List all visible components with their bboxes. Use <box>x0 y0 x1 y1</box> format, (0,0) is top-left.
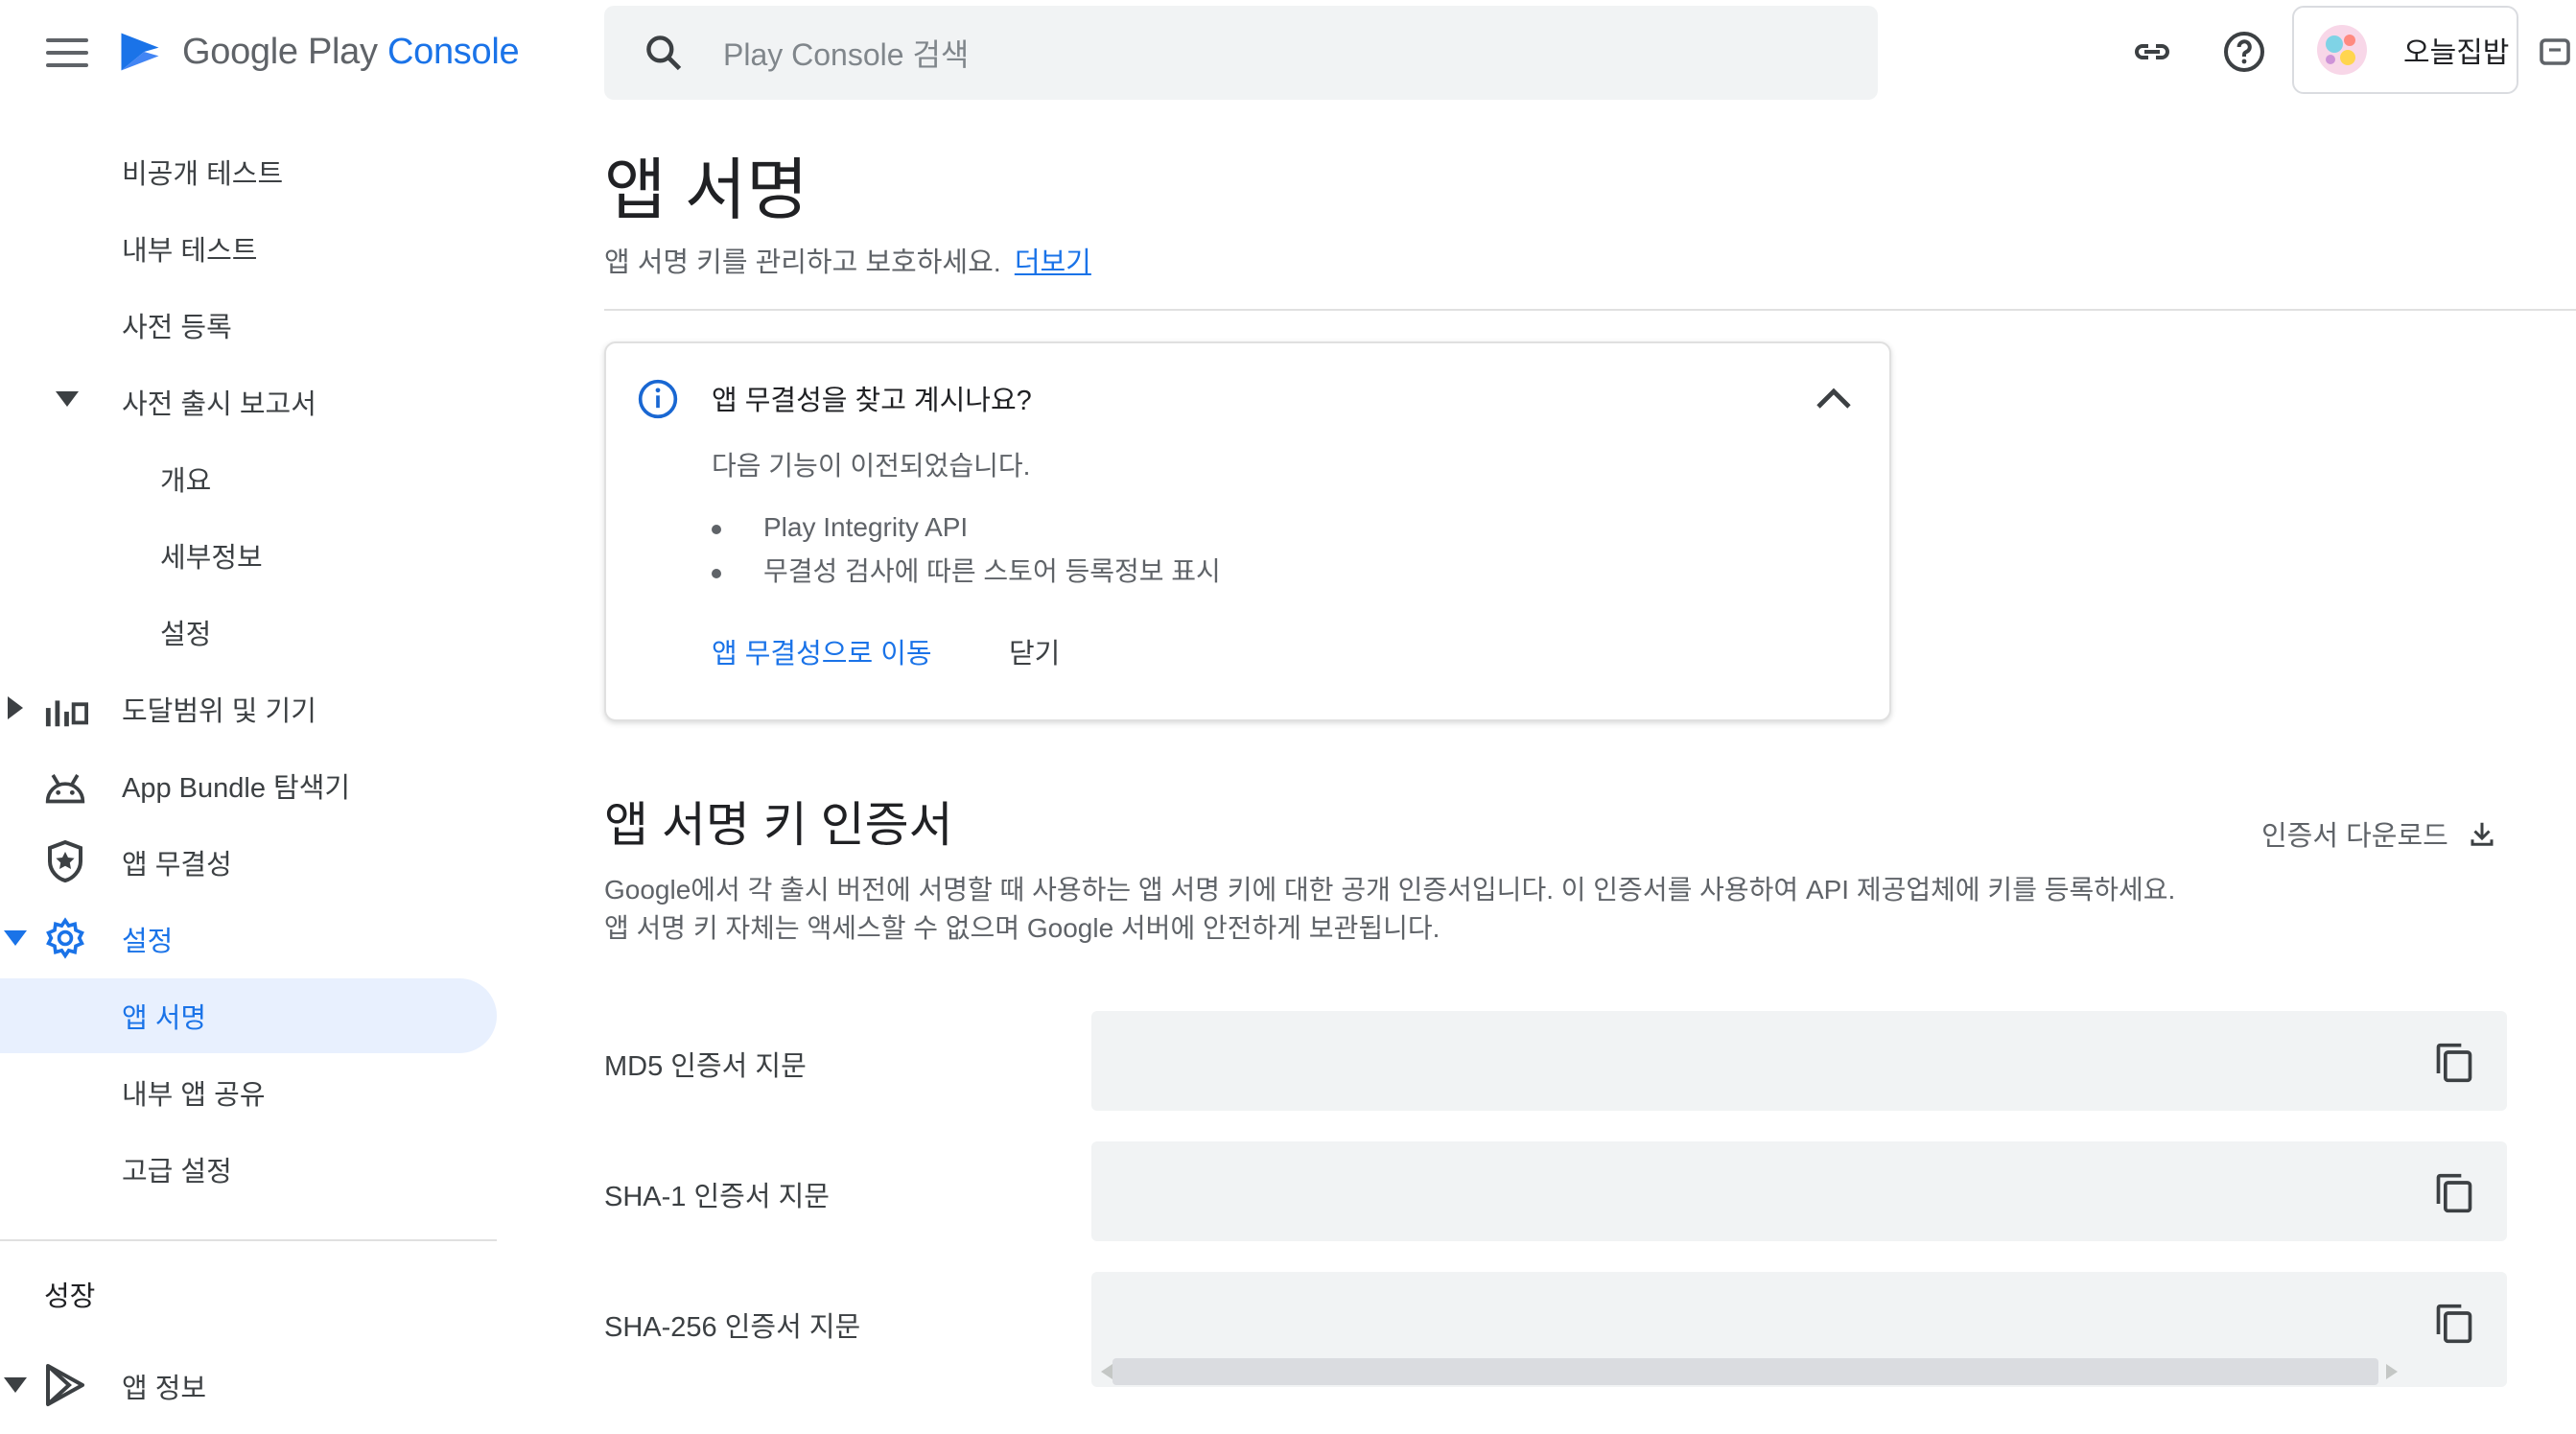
info-icon <box>638 379 678 419</box>
sidebar-item-app-signing-active[interactable] <box>0 978 497 1053</box>
sidebar-item-advanced-settings[interactable]: 고급 설정 <box>122 1149 232 1189</box>
help-icon[interactable] <box>2221 29 2267 75</box>
sidebar-item-reach-devices[interactable]: 도달범위 및 기기 <box>122 689 316 729</box>
sidebar-item-closed-testing[interactable]: 비공개 테스트 <box>122 152 283 192</box>
sidebar-item-app-info[interactable]: 앱 정보 <box>122 1366 206 1406</box>
scroll-right-icon[interactable] <box>2386 1364 2398 1379</box>
sidebar-item-internal-testing[interactable]: 내부 테스트 <box>122 228 257 269</box>
section-title: 앱 서명 키 인증서 <box>604 798 953 852</box>
search-input[interactable]: Play Console 검색 <box>723 31 969 75</box>
play-console-logo-icon <box>121 33 159 71</box>
search-icon <box>646 35 682 71</box>
page-title: 앱 서명 <box>604 153 808 227</box>
list-item: Play Integrity API <box>712 512 1221 543</box>
android-icon <box>45 774 85 804</box>
header-divider <box>604 309 2576 311</box>
shield-icon <box>48 840 82 882</box>
sidebar-item-internal-app-sharing[interactable]: 내부 앱 공유 <box>122 1072 266 1113</box>
caret-down-icon[interactable] <box>4 1377 27 1393</box>
app-avatar <box>2307 15 2377 84</box>
sidebar-item-overview[interactable]: 개요 <box>160 458 211 499</box>
card-bullet-list: Play Integrity API 무결성 검사에 따른 스토어 등록정보 표… <box>712 512 1221 597</box>
close-button[interactable]: 닫기 <box>1009 631 1060 671</box>
section-description: Google에서 각 출시 버전에 서명할 때 사용하는 앱 서명 키에 대한 … <box>604 871 2175 948</box>
md5-label: MD5 인증서 지문 <box>604 1051 807 1082</box>
copy-icon[interactable] <box>2434 1303 2474 1345</box>
search-bar[interactable]: Play Console 검색 <box>604 6 1878 100</box>
chevron-up-icon[interactable] <box>1815 384 1853 411</box>
download-label: 인증서 다운로드 <box>2261 821 2448 852</box>
copy-icon[interactable] <box>2434 1042 2474 1084</box>
card-body: 다음 기능이 이전되었습니다. <box>712 451 1031 481</box>
google-play-console-logo[interactable]: Google Play Console <box>115 27 520 77</box>
account-name: 오늘집밥 <box>2403 37 2510 69</box>
caret-right-icon[interactable] <box>8 696 23 719</box>
copy-icon[interactable] <box>2434 1172 2474 1214</box>
sidebar-item-pre-launch-report[interactable]: 사전 출시 보고서 <box>122 382 316 422</box>
scroll-left-icon[interactable] <box>1101 1364 1112 1379</box>
download-certificate-button[interactable]: 인증서 다운로드 <box>2261 813 2496 854</box>
download-icon <box>2471 822 2494 846</box>
horizontal-scrollbar[interactable] <box>1112 1358 2378 1385</box>
sidebar-item-details[interactable]: 세부정보 <box>160 535 263 576</box>
description-line: Google에서 각 출시 버전에 서명할 때 사용하는 앱 서명 키에 대한 … <box>604 875 2176 905</box>
link-icon[interactable] <box>2129 29 2175 75</box>
page-subtitle-text: 앱 서명 키를 관리하고 보호하세요. <box>604 247 1001 278</box>
list-item: 무결성 검사에 따른 스토어 등록정보 표시 <box>712 551 1221 589</box>
caret-down-icon[interactable] <box>56 391 79 407</box>
integrity-notice-card: 앱 무결성을 찾고 계시나요? 다음 기능이 이전되었습니다. Play Int… <box>604 341 1891 721</box>
description-line: 앱 서명 키 자체는 액세스할 수 없으며 Google 서버에 안전하게 보관… <box>604 913 1440 943</box>
notification-icon[interactable] <box>2538 29 2572 75</box>
sha1-label: SHA-1 인증서 지문 <box>604 1182 830 1212</box>
card-title: 앱 무결성을 찾고 계시나요? <box>712 386 1032 416</box>
sidebar-section-growth: 성장 <box>44 1281 96 1312</box>
page-subtitle: 앱 서명 키를 관리하고 보호하세요. 더보기 <box>604 240 1091 280</box>
logo-text: Google Play Console <box>182 31 520 72</box>
menu-icon[interactable] <box>46 38 88 69</box>
account-chip[interactable]: 오늘집밥 <box>2292 6 2518 94</box>
caret-down-icon[interactable] <box>4 930 27 946</box>
go-to-app-integrity-button[interactable]: 앱 무결성으로 이동 <box>712 631 932 671</box>
bar-chart-icon <box>45 700 88 727</box>
gear-icon <box>46 917 84 959</box>
sidebar-item-app-bundle-explorer[interactable]: App Bundle 탐색기 <box>122 765 350 806</box>
md5-fingerprint-field[interactable] <box>1091 1011 2507 1111</box>
sidebar-item-report-settings[interactable]: 설정 <box>160 612 211 652</box>
sidebar-divider <box>0 1239 497 1241</box>
sidebar-item-pre-registration[interactable]: 사전 등록 <box>122 305 232 345</box>
sidebar-item-app-signing[interactable]: 앱 서명 <box>122 996 206 1036</box>
play-store-icon <box>46 1364 84 1406</box>
sha256-label: SHA-256 인증서 지문 <box>604 1312 861 1343</box>
sidebar-item-settings[interactable]: 설정 <box>122 919 173 959</box>
sha1-fingerprint-field[interactable] <box>1091 1141 2507 1241</box>
sidebar-item-app-integrity[interactable]: 앱 무결성 <box>122 842 232 882</box>
learn-more-link[interactable]: 더보기 <box>1015 247 1091 278</box>
